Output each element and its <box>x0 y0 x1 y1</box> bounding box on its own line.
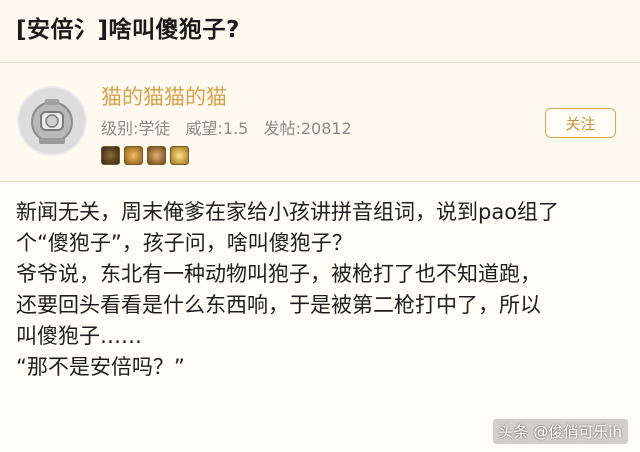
post-line: 爷爷说，东北有一种动物叫狍子，被枪打了也不知道跑， <box>16 262 541 286</box>
post-line: 新闻无关，周末俺爹在家给小孩讲拼音组词，说到pao组了 <box>16 200 560 224</box>
post-line: “那不是安倍吗？” <box>16 355 185 379</box>
follow-button[interactable]: 关注 <box>545 108 616 138</box>
post-line: 还要回头看看是什么东西响，于是被第二枪打中了，所以 <box>16 293 541 317</box>
post-line: 个“傻狍子”，孩子问，啥叫傻狍子？ <box>16 231 353 255</box>
user-stats: 级别:学徒 威望:1.5 发帖:20812 <box>101 115 362 139</box>
user-panel: 猫的猫猫的猫 级别:学徒 威望:1.5 发帖:20812 关注 <box>0 63 640 182</box>
thread-header: [安倍氵]啥叫傻狍子? <box>0 0 640 63</box>
thread-title: [安倍氵]啥叫傻狍子? <box>16 17 240 43</box>
post-body: 新闻无关，周末俺爹在家给小孩讲拼音组词，说到pao组了 个“傻狍子”，孩子问，啥… <box>16 197 628 383</box>
username[interactable]: 猫的猫猫的猫 <box>101 81 227 111</box>
user-post-count: 发帖:20812 <box>263 119 352 138</box>
user-prestige: 威望:1.5 <box>185 119 249 138</box>
medal-badge-icon[interactable] <box>101 146 120 165</box>
medal-badge-icon[interactable] <box>124 146 143 165</box>
avatar[interactable] <box>17 86 87 156</box>
medal-badge-icon[interactable] <box>147 146 166 165</box>
badge-row <box>101 146 189 165</box>
user-level: 级别:学徒 <box>101 119 171 138</box>
post-line: 叫傻狍子…… <box>16 324 142 348</box>
watermark: 头条 @俊俏可乐ih <box>492 419 628 444</box>
medal-badge-icon[interactable] <box>170 146 189 165</box>
diving-helmet-icon <box>31 99 73 144</box>
